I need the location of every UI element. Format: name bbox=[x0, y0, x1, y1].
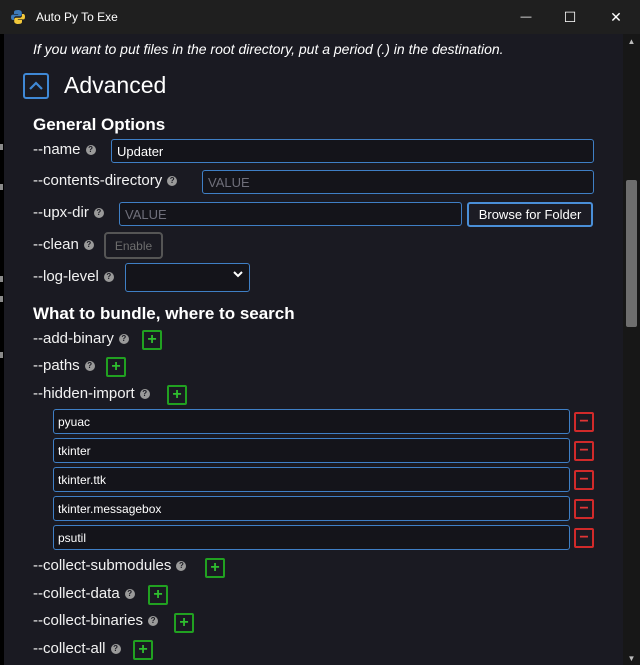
add-binary-label-text: --add-binary bbox=[33, 330, 114, 347]
help-icon[interactable]: ? bbox=[83, 239, 94, 250]
hidden-import-entry[interactable]: pyuac bbox=[53, 409, 570, 434]
collect-submodules-label: --collect-submodules ? bbox=[33, 557, 187, 574]
name-option-label: --name ? bbox=[33, 141, 96, 158]
chevron-down-icon bbox=[233, 271, 243, 278]
general-options-heading: General Options bbox=[33, 115, 166, 134]
collect-submodules-add-button[interactable]: + bbox=[205, 558, 225, 578]
log-level-label: --log-level ? bbox=[33, 268, 114, 285]
collect-binaries-add-button[interactable]: + bbox=[174, 613, 194, 633]
window-title: Auto Py To Exe bbox=[36, 10, 118, 24]
log-level-select[interactable] bbox=[125, 263, 250, 292]
help-icon[interactable]: ? bbox=[84, 360, 95, 371]
collect-submodules-label-text: --collect-submodules bbox=[33, 557, 172, 574]
log-level-label-text: --log-level bbox=[33, 268, 99, 285]
help-icon[interactable]: ? bbox=[139, 388, 150, 399]
paths-add-button[interactable]: + bbox=[106, 357, 126, 377]
clean-label: --clean ? bbox=[33, 236, 94, 253]
plus-icon: + bbox=[179, 614, 189, 631]
hidden-import-add-button[interactable]: + bbox=[167, 385, 187, 405]
minimize-icon: — bbox=[520, 11, 532, 23]
remove-hidden-import-button[interactable]: − bbox=[574, 470, 594, 490]
scrollbar-thumb[interactable] bbox=[626, 180, 637, 327]
vertical-scrollbar[interactable]: ▲ ▼ bbox=[623, 34, 640, 665]
hidden-import-label-text: --hidden-import bbox=[33, 385, 135, 402]
clean-label-text: --clean bbox=[33, 236, 79, 253]
help-icon[interactable]: ? bbox=[110, 643, 121, 654]
minimize-button[interactable]: — bbox=[503, 0, 549, 34]
help-icon[interactable]: ? bbox=[148, 615, 159, 626]
contents-directory-input[interactable] bbox=[202, 170, 594, 194]
minus-icon: − bbox=[579, 529, 589, 546]
info-note: If you want to put files in the root dir… bbox=[33, 41, 504, 57]
minus-icon: − bbox=[579, 500, 589, 517]
close-button[interactable]: ✕ bbox=[593, 0, 639, 34]
hidden-import-entry[interactable]: tkinter bbox=[53, 438, 570, 463]
help-icon[interactable]: ? bbox=[103, 271, 114, 282]
minus-icon: − bbox=[579, 471, 589, 488]
remove-hidden-import-button[interactable]: − bbox=[574, 499, 594, 519]
help-icon[interactable]: ? bbox=[124, 588, 135, 599]
collect-data-label-text: --collect-data bbox=[33, 585, 120, 602]
scroll-up-arrow-icon[interactable]: ▲ bbox=[623, 34, 640, 48]
collect-data-add-button[interactable]: + bbox=[148, 585, 168, 605]
plus-icon: + bbox=[138, 641, 148, 658]
advanced-options-panel: If you want to put files in the root dir… bbox=[4, 34, 623, 665]
paths-label-text: --paths bbox=[33, 357, 80, 374]
collect-binaries-label-text: --collect-binaries bbox=[33, 612, 144, 629]
help-icon[interactable]: ? bbox=[167, 175, 178, 186]
scroll-down-arrow-icon[interactable]: ▼ bbox=[623, 651, 640, 665]
plus-icon: + bbox=[153, 586, 163, 603]
plus-icon: + bbox=[210, 559, 220, 576]
contents-directory-label-text: --contents-directory bbox=[33, 172, 163, 189]
hidden-import-entry[interactable]: psutil bbox=[53, 525, 570, 550]
name-input[interactable] bbox=[111, 139, 594, 163]
python-logo-icon bbox=[10, 9, 26, 25]
collect-binaries-label: --collect-binaries ? bbox=[33, 612, 159, 629]
maximize-button[interactable]: ☐ bbox=[547, 0, 593, 34]
minus-icon: − bbox=[579, 442, 589, 459]
upx-dir-label-text: --upx-dir bbox=[33, 204, 89, 221]
plus-icon: + bbox=[147, 331, 157, 348]
contents-directory-label: --contents-directory ? bbox=[33, 172, 178, 189]
close-icon: ✕ bbox=[610, 8, 622, 25]
maximize-icon: ☐ bbox=[563, 8, 577, 25]
hidden-import-entry[interactable]: tkinter.messagebox bbox=[53, 496, 570, 521]
collect-all-label: --collect-all ? bbox=[33, 640, 121, 657]
help-icon[interactable]: ? bbox=[176, 560, 187, 571]
upx-dir-label: --upx-dir ? bbox=[33, 204, 104, 221]
clean-enable-button[interactable]: Enable bbox=[104, 232, 163, 259]
hidden-import-entry[interactable]: tkinter.ttk bbox=[53, 467, 570, 492]
advanced-section-title: Advanced bbox=[64, 72, 167, 98]
window-title-bar: Auto Py To Exe — ☐ ✕ bbox=[0, 0, 640, 34]
add-binary-add-button[interactable]: + bbox=[142, 330, 162, 350]
plus-icon: + bbox=[111, 358, 121, 375]
remove-hidden-import-button[interactable]: − bbox=[574, 412, 594, 432]
hidden-import-label: --hidden-import ? bbox=[33, 385, 150, 402]
browse-for-folder-button[interactable]: Browse for Folder bbox=[467, 202, 593, 227]
collect-data-label: --collect-data ? bbox=[33, 585, 135, 602]
upx-dir-input[interactable] bbox=[119, 202, 462, 226]
bundle-heading: What to bundle, where to search bbox=[33, 304, 295, 323]
chevron-up-icon bbox=[29, 81, 43, 90]
plus-icon: + bbox=[172, 386, 182, 403]
collect-all-add-button[interactable]: + bbox=[133, 640, 153, 660]
remove-hidden-import-button[interactable]: − bbox=[574, 528, 594, 548]
collect-all-label-text: --collect-all bbox=[33, 640, 106, 657]
name-label-text: --name bbox=[33, 141, 81, 158]
add-binary-label: --add-binary ? bbox=[33, 330, 129, 347]
paths-label: --paths ? bbox=[33, 357, 95, 374]
collapse-advanced-button[interactable] bbox=[23, 73, 49, 99]
help-icon[interactable]: ? bbox=[118, 333, 129, 344]
help-icon[interactable]: ? bbox=[93, 207, 104, 218]
minus-icon: − bbox=[579, 413, 589, 430]
help-icon[interactable]: ? bbox=[85, 144, 96, 155]
remove-hidden-import-button[interactable]: − bbox=[574, 441, 594, 461]
